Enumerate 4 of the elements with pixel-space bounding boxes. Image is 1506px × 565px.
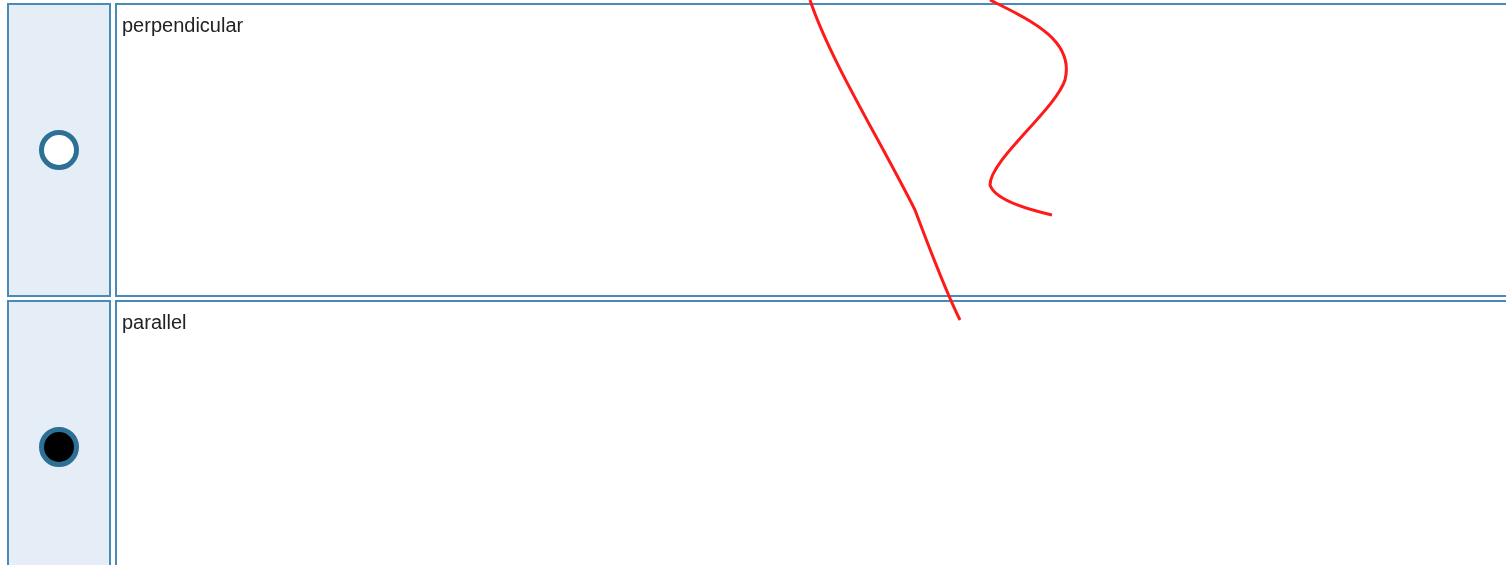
answer-text: parallel bbox=[122, 311, 187, 333]
answer-text: perpendicular bbox=[122, 14, 244, 36]
radio-button[interactable] bbox=[39, 130, 79, 170]
radio-button[interactable] bbox=[39, 427, 79, 467]
